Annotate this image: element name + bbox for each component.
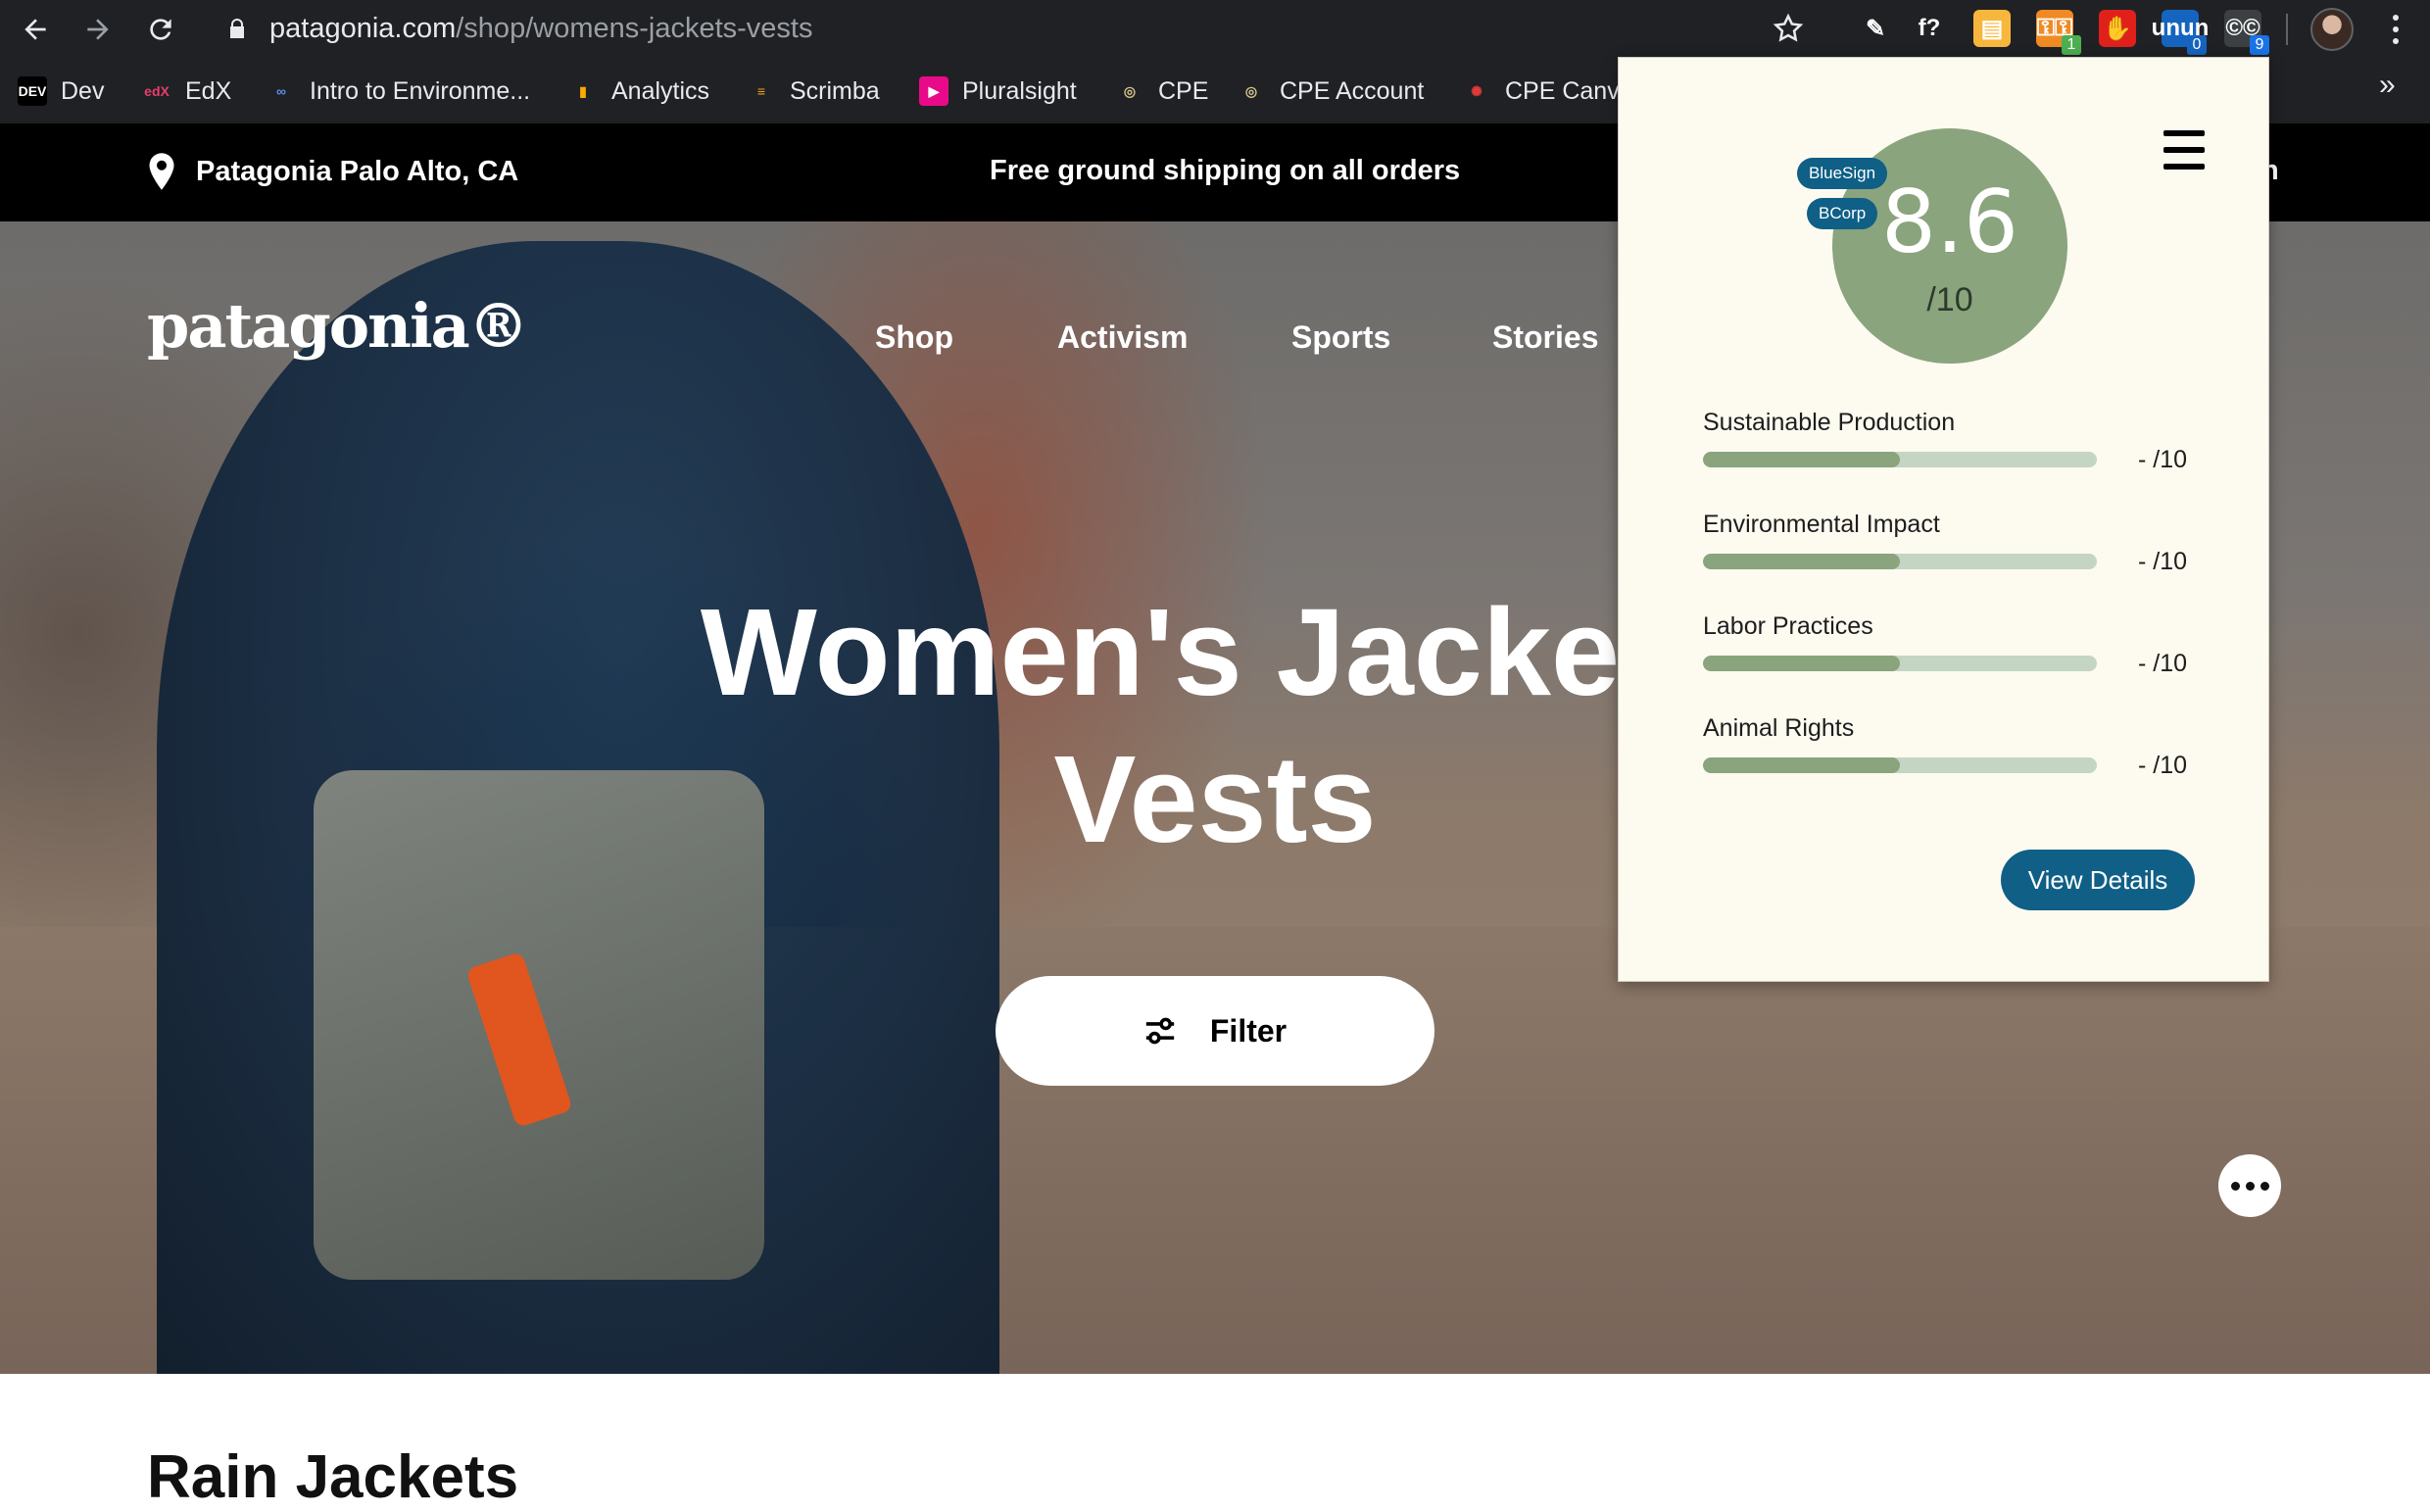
- category-label: Sustainable Production: [1703, 409, 1956, 436]
- browser-toolbar: patagonia.com/shop/womens-jackets-vests …: [0, 0, 2430, 59]
- store-locator[interactable]: Patagonia Palo Alto, CA: [147, 153, 518, 190]
- bookmark-label: Analytics: [611, 76, 710, 105]
- category-row: Environmental Impact - /10: [1703, 511, 2193, 589]
- url-host: patagonia.com: [269, 12, 457, 44]
- category-progress-fill: [1703, 554, 1900, 569]
- unlisted-extension-icon[interactable]: unun 0: [2152, 10, 2209, 55]
- store-name: Patagonia Palo Alto, CA: [196, 155, 519, 187]
- filter-sliders-icon: [1145, 1017, 1175, 1045]
- bookmark-item[interactable]: ≡ Scrimba: [747, 73, 880, 110]
- bookmarks-overflow-button[interactable]: »: [2379, 69, 2396, 102]
- category-progress-track: [1703, 554, 2097, 569]
- extension-badge-count: 0: [2187, 35, 2207, 55]
- bookmark-item[interactable]: ◎ CPE Account: [1237, 73, 1424, 110]
- more-options-button[interactable]: [2218, 1154, 2281, 1217]
- url-path: /shop/womens-jackets-vests: [456, 12, 813, 44]
- extension-badge-count: 1: [2062, 35, 2081, 55]
- lock-icon: [222, 14, 252, 43]
- extension-badge-count: 9: [2250, 35, 2269, 55]
- bookmark-favicon-icon: ◎: [1237, 76, 1266, 106]
- bookmark-favicon-icon: ▶: [919, 76, 948, 106]
- bookmark-label: Scrimba: [790, 76, 880, 105]
- filter-button[interactable]: Filter: [996, 976, 1434, 1086]
- category-score: - /10: [2138, 548, 2188, 575]
- category-progress-track: [1703, 452, 2097, 467]
- category-row: Sustainable Production - /10: [1703, 409, 2193, 487]
- forward-button[interactable]: [76, 8, 120, 51]
- back-arrow-icon: [24, 19, 46, 40]
- bookmark-item[interactable]: ▶ Pluralsight: [919, 73, 1077, 110]
- bookmark-favicon-icon: ▮: [568, 76, 598, 106]
- bookmark-label: CPE Canv: [1505, 76, 1620, 105]
- forward-arrow-icon: [87, 19, 109, 40]
- bookmark-label: EdX: [185, 76, 232, 105]
- url-text: patagonia.com/shop/womens-jackets-vests: [269, 13, 813, 45]
- hand-extension-icon[interactable]: ✋: [2099, 10, 2136, 47]
- category-score: - /10: [2138, 752, 2188, 779]
- profile-avatar[interactable]: [2310, 8, 2354, 51]
- bookmark-label: Intro to Environme...: [310, 76, 531, 105]
- filter-label: Filter: [1209, 1012, 1288, 1049]
- reload-icon: [150, 19, 171, 40]
- bookmark-item[interactable]: ∞ Intro to Environme...: [267, 73, 530, 110]
- category-progress-fill: [1703, 757, 1900, 773]
- bookmark-item[interactable]: edX EdX: [142, 73, 231, 110]
- nav-sports[interactable]: Sports: [1291, 319, 1390, 356]
- sustainability-extension-popup: 8.6 /10 BlueSign BCorp Sustainable Produ…: [1618, 57, 2269, 982]
- bookmark-favicon-icon: ✺: [1462, 76, 1491, 106]
- category-label: Environmental Impact: [1703, 511, 1940, 538]
- category-progress-fill: [1703, 656, 1900, 671]
- category-row: Animal Rights - /10: [1703, 714, 2193, 793]
- category-progress-track: [1703, 757, 2097, 773]
- bookmark-label: CPE: [1158, 76, 1209, 105]
- category-label: Animal Rights: [1703, 714, 1855, 742]
- category-score: - /10: [2138, 650, 2188, 677]
- bookmark-item[interactable]: ◎ CPE: [1115, 73, 1208, 110]
- cert-badge-bluesign: BlueSign: [1797, 158, 1888, 189]
- product-section: Rain Jackets: [0, 1374, 2430, 1511]
- category-progress-track: [1703, 656, 2097, 671]
- location-pin-icon: [149, 153, 174, 190]
- bookmark-item[interactable]: DEV Dev: [18, 73, 104, 110]
- hamburger-menu-icon[interactable]: [2163, 130, 2205, 170]
- category-progress-fill: [1703, 452, 1900, 467]
- bookmark-label: Pluralsight: [962, 76, 1077, 105]
- nav-shop[interactable]: Shop: [875, 319, 953, 356]
- cert-badge-bcorp: BCorp: [1807, 198, 1878, 229]
- nav-activism[interactable]: Activism: [1057, 319, 1188, 356]
- key-extension-icon[interactable]: ⚿⚿ 1: [2036, 10, 2081, 55]
- rating-extension-icon[interactable]: ©© 9: [2224, 10, 2269, 55]
- bookmark-item[interactable]: ▮ Analytics: [568, 73, 709, 110]
- notes-extension-icon[interactable]: ▤: [1973, 10, 2011, 47]
- formula-extension-icon[interactable]: f?: [1911, 10, 1948, 47]
- overall-score-denominator: /10: [1926, 281, 1973, 318]
- bookmark-item[interactable]: ✺ CPE Canv: [1462, 73, 1620, 110]
- view-details-button[interactable]: View Details: [2001, 850, 2195, 910]
- bookmark-label: Dev: [61, 76, 105, 105]
- back-button[interactable]: [14, 8, 57, 51]
- bookmark-favicon-icon: edX: [142, 76, 171, 106]
- bookmark-favicon-icon: ≡: [747, 76, 776, 106]
- section-heading: Rain Jackets: [147, 1443, 519, 1511]
- bookmark-favicon-icon: ◎: [1115, 76, 1144, 106]
- bookmark-label: CPE Account: [1280, 76, 1425, 105]
- pen-extension-icon[interactable]: ✎: [1857, 10, 1894, 47]
- category-row: Labor Practices - /10: [1703, 612, 2193, 691]
- reload-button[interactable]: [139, 8, 182, 51]
- category-label: Labor Practices: [1703, 612, 1873, 640]
- category-score: - /10: [2138, 446, 2188, 473]
- bookmark-favicon-icon: ∞: [267, 76, 296, 106]
- bookmark-star-icon[interactable]: [1772, 12, 1805, 45]
- patagonia-logo[interactable]: patagonia®: [147, 290, 529, 362]
- browser-menu-icon[interactable]: [2381, 8, 2410, 51]
- shipping-message: Free ground shipping on all orders: [990, 155, 1461, 186]
- toolbar-separator: [2286, 14, 2288, 45]
- nav-stories[interactable]: Stories: [1492, 319, 1598, 356]
- address-bar[interactable]: patagonia.com/shop/womens-jackets-vests: [201, 4, 1827, 53]
- bookmark-favicon-icon: DEV: [18, 76, 47, 106]
